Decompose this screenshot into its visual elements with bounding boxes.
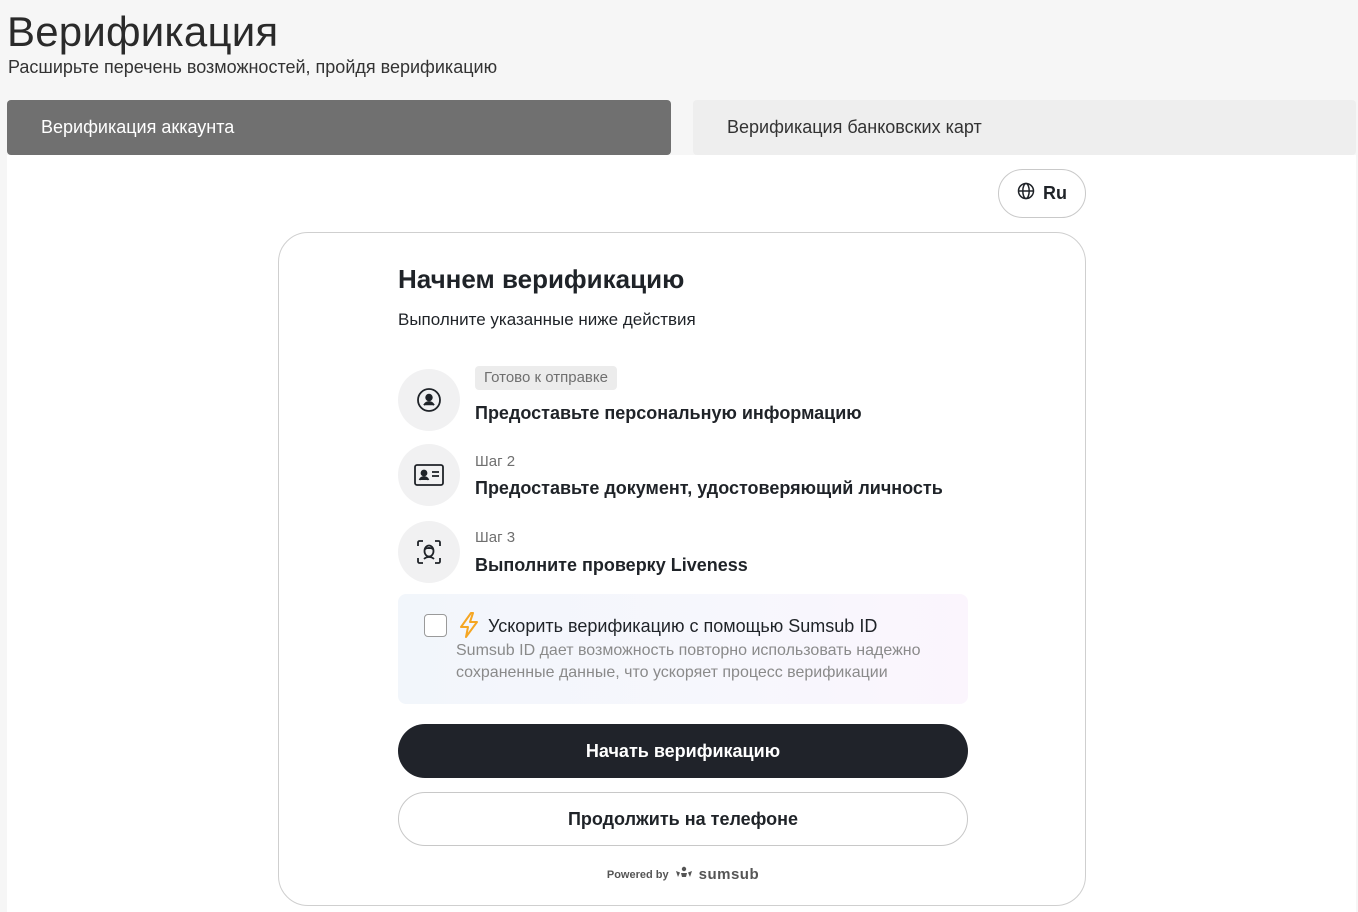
continue-on-phone-button[interactable]: Продолжить на телефоне (398, 792, 968, 846)
globe-icon (1017, 182, 1035, 205)
verification-card: Начнем верификацию Выполните указанные н… (278, 232, 1086, 906)
step-personal-info: Готово к отправке Предоставьте персональ… (398, 366, 968, 433)
step-identity-document: Шаг 2 Предоставьте документ, удостоверяю… (398, 444, 968, 508)
card-title: Начнем верификацию (398, 264, 685, 294)
id-card-icon (398, 444, 460, 506)
sumsub-id-title: Ускорить верификацию с помощью Sumsub ID (488, 616, 878, 636)
language-label: Ru (1043, 183, 1067, 203)
step-label: Выполните проверку Liveness (475, 555, 748, 575)
step-label: Предоставьте персональную информацию (475, 403, 862, 423)
sumsub-id-checkbox[interactable] (424, 614, 447, 637)
sumsub-brand: sumsub (698, 866, 760, 883)
person-circle-icon (398, 369, 460, 431)
face-scan-icon (398, 521, 460, 583)
sumsub-id-option: Ускорить верификацию с помощью Sumsub ID… (398, 594, 968, 704)
step-liveness: Шаг 3 Выполните проверку Liveness (398, 521, 968, 585)
step-number: Шаг 2 (475, 453, 516, 470)
powered-by-footer: Powered by sumsub (279, 865, 1087, 884)
page-subtitle: Расширьте перечень возможностей, пройдя … (8, 57, 498, 77)
step-status-badge: Готово к отправке (475, 366, 617, 390)
language-button[interactable]: Ru (998, 169, 1086, 218)
sumsub-id-description: Sumsub ID дает возможность повторно испо… (456, 642, 921, 681)
step-number: Шаг 3 (475, 529, 516, 546)
start-verification-button[interactable]: Начать верификацию (398, 724, 968, 778)
tab-bank-card-verification[interactable]: Верификация банковских карт (693, 100, 1356, 155)
page-title: Верификация (7, 8, 279, 55)
tab-account-verification[interactable]: Верификация аккаунта (7, 100, 671, 155)
sumsub-logo-icon (675, 865, 693, 884)
powered-by-text: Powered by (606, 868, 669, 881)
step-label: Предоставьте документ, удостоверяющий ли… (475, 478, 943, 498)
card-subtitle: Выполните указанные ниже действия (398, 310, 696, 329)
